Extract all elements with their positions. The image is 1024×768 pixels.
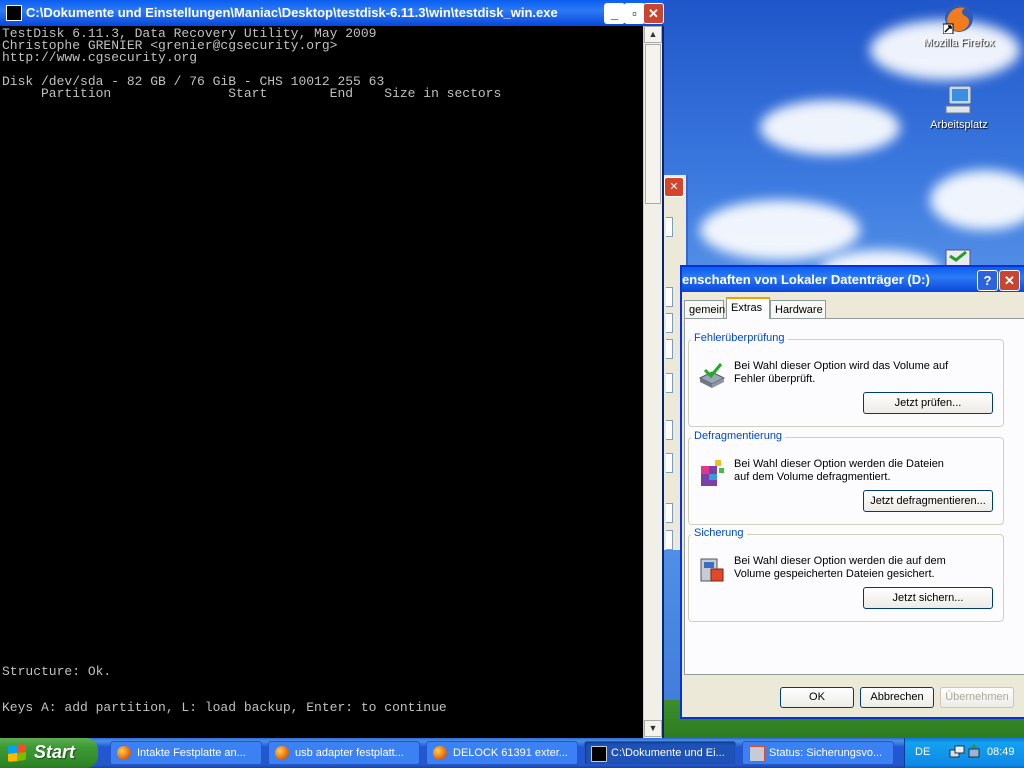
- firefox-icon: [275, 746, 289, 760]
- group-label: Sicherung: [691, 527, 747, 539]
- console-text: TestDisk 6.11.3, Data Recovery Utility, …: [2, 26, 502, 101]
- group-backup: Sicherung Bei Wahl dieser Option werden …: [688, 527, 1004, 622]
- console-structure-status: Structure: Ok.: [2, 664, 112, 679]
- backup-now-button[interactable]: Jetzt sichern...: [863, 587, 993, 609]
- group-label: Defragmentierung: [691, 430, 786, 442]
- backup-icon: [697, 555, 727, 585]
- console-title: C:\Dokumente und Einstellungen\Maniac\De…: [26, 5, 558, 20]
- field-edge: [666, 339, 673, 359]
- taskbar-item[interactable]: DELOCK 61391 exter...: [426, 741, 578, 765]
- system-tray: DE 08:49: [904, 738, 1024, 768]
- maximize-button[interactable]: ▫: [624, 3, 645, 24]
- field-edge: [666, 313, 673, 333]
- help-button[interactable]: ?: [977, 270, 998, 291]
- network-icon[interactable]: [949, 744, 965, 760]
- apply-button[interactable]: Übernehmen: [940, 687, 1014, 708]
- desktop-icon-my-computer[interactable]: Arbeitsplatz: [914, 84, 1004, 131]
- taskbar-item[interactable]: Status: Sicherungsvo...: [742, 741, 894, 765]
- close-button[interactable]: ✕: [643, 3, 664, 24]
- desktop-icon-firefox[interactable]: Mozilla Firefox: [914, 2, 1004, 49]
- group-defragment: Defragmentierung Bei Wahl dieser Option …: [688, 430, 1004, 525]
- group-error-check: Fehlerüberprüfung Bei Wahl dieser Option…: [688, 332, 1004, 427]
- clock[interactable]: 08:49: [987, 746, 1015, 758]
- console-icon: [6, 5, 22, 21]
- tab-panel: Fehlerüberprüfung Bei Wahl dieser Option…: [684, 318, 1024, 675]
- console-scrollbar[interactable]: ▲ ▼: [643, 26, 662, 738]
- scroll-up-icon[interactable]: ▲: [644, 26, 662, 43]
- group-description: Bei Wahl dieser Option werden die Dateie…: [734, 458, 944, 483]
- check-now-button[interactable]: Jetzt prüfen...: [863, 392, 993, 414]
- field-edge: [666, 373, 673, 393]
- field-edge: [666, 503, 673, 523]
- taskbar-item[interactable]: Intakte Festplatte an...: [110, 741, 262, 765]
- taskbar: Start Intakte Festplatte an... usb adapt…: [0, 738, 1024, 768]
- scroll-down-icon[interactable]: ▼: [644, 720, 662, 737]
- my-computer-icon: [943, 84, 975, 116]
- group-description: Bei Wahl dieser Option wird das Volume a…: [734, 360, 949, 385]
- firefox-icon: [942, 2, 975, 35]
- firefox-icon: [433, 746, 447, 760]
- field-edge: [666, 453, 673, 473]
- minimize-button[interactable]: _: [604, 3, 625, 24]
- console-window: C:\Dokumente und Einstellungen\Maniac\De…: [0, 0, 664, 738]
- defragment-now-button[interactable]: Jetzt defragmentieren...: [863, 490, 993, 512]
- properties-titlebar[interactable]: enschaften von Lokaler Datenträger (D:) …: [682, 267, 1024, 292]
- console-output[interactable]: TestDisk 6.11.3, Data Recovery Utility, …: [0, 26, 643, 738]
- tab-allgemein[interactable]: gemein: [684, 300, 725, 319]
- console-keys-help: Keys A: add partition, L: load backup, E…: [2, 700, 447, 715]
- disk-check-icon: [697, 360, 727, 390]
- firefox-icon: [117, 746, 131, 760]
- scroll-thumb[interactable]: [645, 44, 661, 204]
- taskbar-item-active[interactable]: C:\Dokumente und Ei...: [584, 741, 736, 765]
- cancel-button[interactable]: Abbrechen: [860, 687, 934, 708]
- field-edge: [666, 287, 673, 307]
- properties-title: enschaften von Lokaler Datenträger (D:): [682, 272, 930, 287]
- field-edge: [666, 420, 673, 440]
- desktop-icon-partial[interactable]: [944, 246, 972, 267]
- close-icon[interactable]: ✕: [664, 177, 684, 197]
- defragment-icon: [697, 458, 727, 488]
- start-button[interactable]: Start: [0, 738, 98, 768]
- desktop-icon-label: Arbeitsplatz: [930, 119, 988, 131]
- field-edge: [666, 530, 673, 550]
- language-indicator[interactable]: DE: [915, 746, 930, 758]
- console-titlebar[interactable]: C:\Dokumente und Einstellungen\Maniac\De…: [0, 0, 664, 26]
- group-label: Fehlerüberprüfung: [691, 332, 788, 344]
- taskbar-item[interactable]: usb adapter festplatt...: [268, 741, 420, 765]
- backup-icon: [749, 746, 765, 762]
- safely-remove-hardware-icon[interactable]: [967, 744, 981, 760]
- field-edge: [666, 217, 673, 237]
- group-description: Bei Wahl dieser Option werden die auf de…: [734, 555, 946, 580]
- properties-dialog: enschaften von Lokaler Datenträger (D:) …: [680, 265, 1024, 719]
- desktop-icon-label: Mozilla Firefox: [923, 37, 995, 49]
- windows-logo-icon: [8, 744, 26, 762]
- close-button[interactable]: ✕: [999, 270, 1020, 291]
- console-icon: [591, 746, 607, 762]
- tab-extras[interactable]: Extras: [726, 297, 770, 319]
- ok-button[interactable]: OK: [780, 687, 854, 708]
- tab-hardware[interactable]: Hardware: [770, 300, 826, 319]
